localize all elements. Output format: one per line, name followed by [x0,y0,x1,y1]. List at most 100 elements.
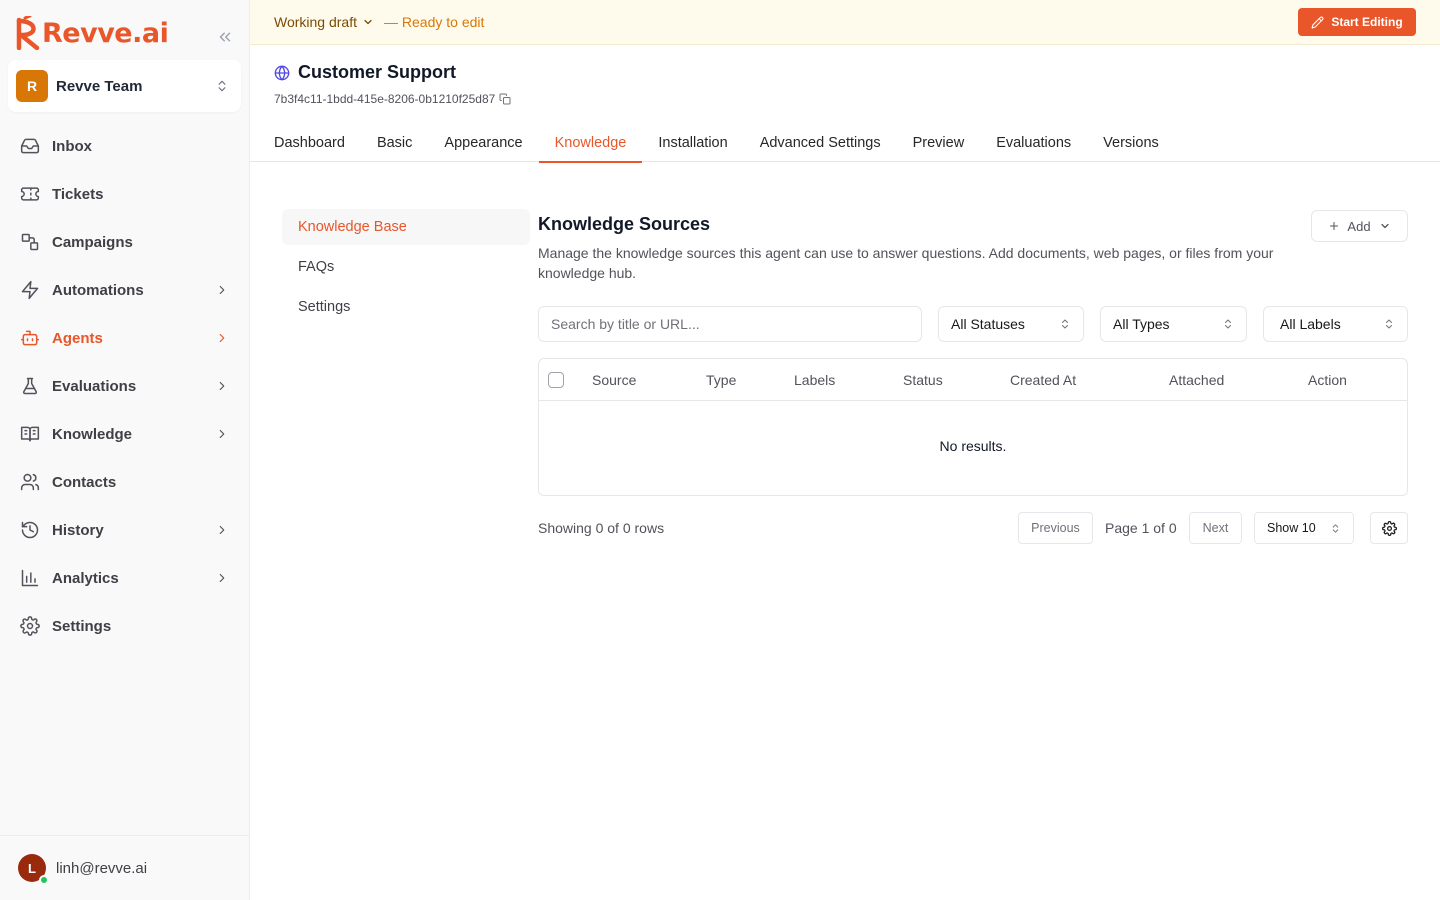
column-action: Action [1308,372,1347,388]
team-switcher[interactable]: R Revve Team [8,60,241,112]
previous-page-button[interactable]: Previous [1018,512,1093,544]
column-attached[interactable]: Attached [1169,372,1224,388]
chevrons-up-down-icon [1225,319,1231,329]
status-filter-value: All Statuses [951,316,1025,332]
empty-state: No results. [939,438,1007,454]
agent-id: 7b3f4c11-1bdd-415e-8206-0b1210f25d87 [274,92,496,106]
column-status[interactable]: Status [903,372,943,388]
sidebar-item-label: Campaigns [52,233,133,251]
tab-appearance[interactable]: Appearance [428,124,538,162]
sidebar-item-label: History [52,521,104,539]
chevron-down-icon [1380,223,1389,229]
labels-filter-select[interactable]: All Labels [1263,306,1408,342]
chart-icon [21,569,39,587]
flask-icon [22,377,38,395]
online-status-dot [39,875,49,885]
pencil-icon [1311,16,1324,28]
column-source[interactable]: Source [592,372,636,388]
filter-bar: All Statuses All Types All Labels [538,306,1408,342]
sidebar-item-evaluations[interactable]: Evaluations [8,362,241,410]
sidebar-item-analytics[interactable]: Analytics [8,554,241,602]
gear-icon [20,616,40,636]
column-created-at[interactable]: Created At [1010,372,1076,388]
section-description: Manage the knowledge sources this agent … [538,245,1274,281]
chevron-right-icon [219,429,225,439]
sidebar-item-label: Agents [52,329,103,347]
table-settings-button[interactable] [1370,512,1408,544]
select-all-checkbox[interactable] [548,372,564,388]
sidebar-item-automations[interactable]: Automations [8,266,241,314]
brand-logo[interactable]: Revve.ai [16,16,169,50]
chevron-right-icon [219,381,225,391]
sidebar-item-agents[interactable]: Agents [8,314,241,362]
tab-evaluations[interactable]: Evaluations [980,124,1087,162]
sidebar-item-campaigns[interactable]: Campaigns [8,218,241,266]
sidebar-nav: Inbox Tickets Campaigns Automations Agen… [8,122,241,650]
tab-knowledge[interactable]: Knowledge [538,124,643,163]
subnav-knowledge-base[interactable]: Knowledge Base [282,209,530,245]
row-count: Showing 0 of 0 rows [538,520,665,536]
search-input[interactable] [538,306,922,342]
page-size-select[interactable]: Show 10 [1254,512,1354,544]
status-filter-select[interactable]: All Statuses [938,306,1084,342]
user-email: linh@revve.ai [56,859,148,877]
collapse-sidebar-icon[interactable] [216,28,234,46]
team-avatar: R [16,70,48,102]
subnav-faqs[interactable]: FAQs [282,249,530,285]
draft-banner: Working draft — Ready to edit Start Edit… [250,0,1440,45]
sidebar-item-history[interactable]: History [8,506,241,554]
labels-filter-value: All Labels [1280,316,1341,332]
start-editing-button[interactable]: Start Editing [1298,8,1416,36]
sidebar-item-label: Contacts [52,473,117,491]
add-source-button[interactable]: Add [1311,210,1408,242]
tab-advanced-settings[interactable]: Advanced Settings [744,124,897,162]
chevron-right-icon [219,525,225,535]
tab-preview[interactable]: Preview [897,124,981,162]
page-title: Customer Support [298,62,457,82]
bot-icon [20,330,40,346]
globe-icon [274,65,290,80]
revve-logo-mark-icon [16,16,40,50]
type-filter-value: All Types [1113,316,1170,332]
subnav-settings[interactable]: Settings [282,289,530,325]
tab-installation[interactable]: Installation [642,124,743,162]
sidebar-item-knowledge[interactable]: Knowledge [8,410,241,458]
brand-name: Revve.ai [42,17,169,49]
user-menu[interactable]: L linh@revve.ai [0,835,249,900]
tab-basic[interactable]: Basic [361,124,428,162]
page-size-value: Show 10 [1267,521,1316,535]
type-filter-select[interactable]: All Types [1100,306,1247,342]
chevrons-up-down-icon [1062,319,1068,329]
sidebar-item-settings[interactable]: Settings [8,602,241,650]
copy-icon[interactable] [499,93,511,105]
agent-tabs: Dashboard Basic Appearance Knowledge Ins… [250,124,1440,163]
bolt-icon [21,280,39,300]
page-header: Customer Support 7b3f4c11-1bdd-415e-8206… [274,62,511,106]
plus-icon [1330,222,1339,230]
chevron-right-icon [219,285,225,295]
sidebar-item-inbox[interactable]: Inbox [8,122,241,170]
pagination: Showing 0 of 0 rows Previous Page 1 of 0… [538,512,1408,544]
sidebar-item-tickets[interactable]: Tickets [8,170,241,218]
add-button-label: Add [1347,218,1371,234]
page-info: Page 1 of 0 [1105,520,1177,536]
table-header: Source Type Labels Status Created At Att… [539,359,1407,401]
sidebar-item-label: Inbox [52,137,92,155]
tab-dashboard[interactable]: Dashboard [274,124,361,162]
column-labels[interactable]: Labels [794,372,835,388]
sidebar-item-label: Tickets [52,185,104,203]
sidebar-item-label: Analytics [52,569,119,587]
draft-label: Working draft [274,14,357,30]
column-type[interactable]: Type [706,372,736,388]
avatar-initial: L [28,860,36,876]
ticket-icon [20,187,40,201]
draft-selector[interactable]: Working draft [274,14,374,30]
start-editing-label: Start Editing [1331,15,1403,29]
sidebar-item-contacts[interactable]: Contacts [8,458,241,506]
avatar: L [18,854,49,885]
next-page-button[interactable]: Next [1189,512,1242,544]
team-name: Revve Team [56,77,143,95]
chevron-right-icon [219,333,225,343]
sidebar-item-label: Settings [52,617,112,635]
tab-versions[interactable]: Versions [1087,124,1175,162]
